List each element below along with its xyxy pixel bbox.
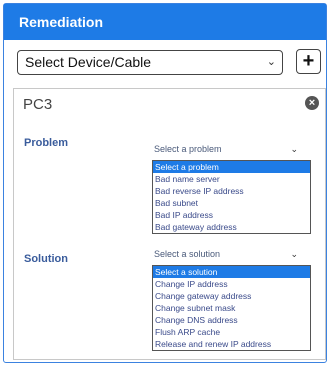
problem-listbox[interactable]: Select a problem Bad name server Bad rev… — [152, 160, 311, 234]
problem-select-value: Select a problem — [154, 144, 222, 154]
solution-option[interactable]: Change gateway address — [153, 290, 310, 302]
device-name: PC3 — [23, 96, 53, 113]
problem-option[interactable]: Bad reverse IP address — [153, 185, 310, 197]
solution-option[interactable]: Release and renew IP address — [153, 338, 310, 350]
problem-option[interactable]: Bad name server — [153, 173, 310, 185]
solution-option[interactable]: Change IP address — [153, 278, 310, 290]
problem-option[interactable]: Select a problem — [153, 161, 310, 173]
device-select-value: Select Device/Cable — [25, 54, 152, 70]
problem-option[interactable]: Bad subnet — [153, 197, 310, 209]
remediation-panel: Remediation Select Device/Cable ⌄ + PC3 … — [3, 3, 327, 363]
device-cable-select[interactable]: Select Device/Cable ⌄ — [17, 50, 283, 75]
solution-option[interactable]: Change subnet mask — [153, 302, 310, 314]
solution-option[interactable]: Select a solution — [153, 266, 310, 278]
solution-label: Solution — [24, 253, 68, 265]
problem-option[interactable]: Bad gateway address — [153, 221, 310, 233]
solution-select[interactable]: Select a solution ⌄ — [152, 246, 302, 262]
add-device-button[interactable]: + — [296, 49, 321, 74]
solution-select-value: Select a solution — [154, 249, 221, 259]
problem-option[interactable]: Bad IP address — [153, 209, 310, 221]
solution-option[interactable]: Flush ARP cache — [153, 326, 310, 338]
solution-listbox[interactable]: Select a solution Change IP address Chan… — [152, 265, 311, 351]
chevron-down-icon: ⌄ — [290, 249, 298, 259]
panel-title: Remediation — [4, 4, 326, 40]
device-card: PC3 × Problem Select a problem ⌄ Select … — [13, 88, 326, 360]
chevron-down-icon: ⌄ — [266, 56, 276, 68]
problem-label: Problem — [24, 137, 69, 149]
close-icon[interactable]: × — [305, 96, 319, 110]
chevron-down-icon: ⌄ — [290, 144, 298, 154]
solution-option[interactable]: Change DNS address — [153, 314, 310, 326]
problem-select[interactable]: Select a problem ⌄ — [152, 141, 302, 157]
